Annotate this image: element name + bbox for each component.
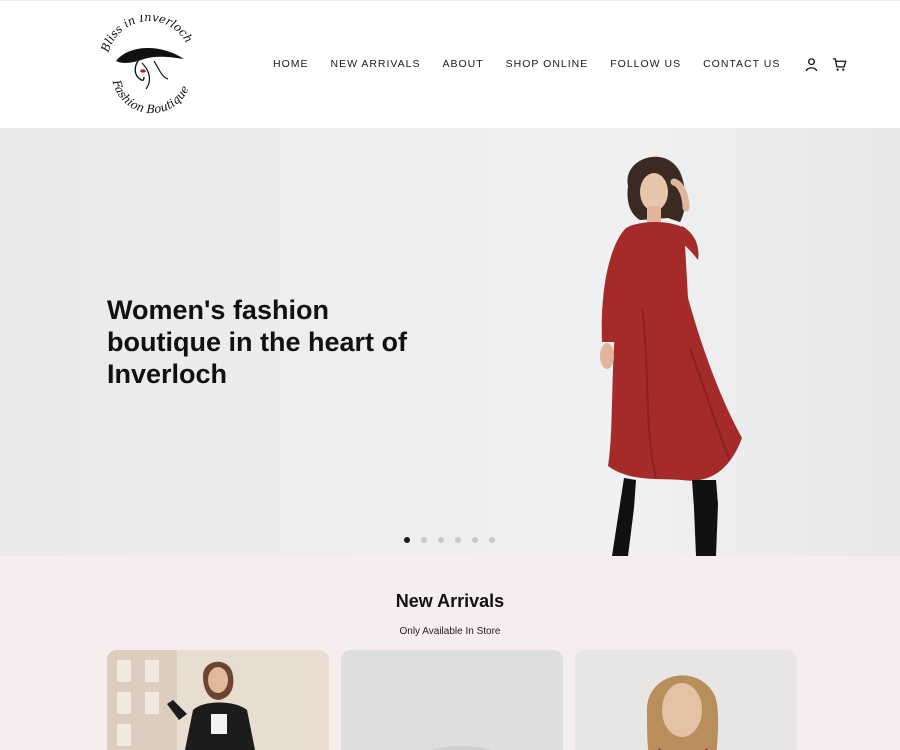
new-arrivals-subtitle: Only Available In Store — [399, 626, 501, 637]
carousel-dot-4[interactable] — [455, 537, 461, 543]
carousel-dot-1[interactable] — [404, 537, 410, 543]
nav-home[interactable]: HOME — [273, 58, 309, 70]
nav-shop-online[interactable]: SHOP ONLINE — [506, 58, 589, 70]
carousel-dot-3[interactable] — [438, 537, 444, 543]
hero-model-image — [570, 148, 770, 556]
boutique-logo[interactable]: Bliss in Inverloch Fashion Boutique — [98, 15, 200, 117]
nav-follow-us[interactable]: FOLLOW US — [610, 58, 681, 70]
product-card-blonde-model[interactable] — [575, 650, 797, 750]
hero-banner: Women's fashion boutique in the heart of… — [0, 128, 900, 556]
nav-about[interactable]: ABOUT — [443, 58, 484, 70]
svg-text:Fashion Boutique: Fashion Boutique — [109, 77, 191, 116]
main-nav: HOME NEW ARRIVALS ABOUT SHOP ONLINE FOLL… — [262, 53, 847, 75]
new-arrivals-title: New Arrivals — [395, 591, 505, 611]
carousel-dot-2[interactable] — [421, 537, 427, 543]
nav-contact-us[interactable]: CONTACT US — [703, 58, 780, 70]
product-card-denim-jacket[interactable] — [107, 650, 329, 750]
carousel-dot-6[interactable] — [489, 537, 495, 543]
user-icon[interactable] — [803, 56, 819, 72]
product-card-shoes[interactable] — [341, 650, 563, 750]
carousel-dots — [404, 537, 506, 543]
hero-headline: Women's fashion boutique in the heart of… — [107, 295, 407, 389]
site-header: Bliss in Inverloch Fashion Boutique HOME… — [0, 0, 900, 128]
cart-icon[interactable] — [831, 56, 847, 72]
nav-new-arrivals[interactable]: NEW ARRIVALS — [331, 58, 421, 70]
carousel-dot-5[interactable] — [472, 537, 478, 543]
new-arrivals-section: New Arrivals Only Available In Store — [0, 556, 900, 750]
